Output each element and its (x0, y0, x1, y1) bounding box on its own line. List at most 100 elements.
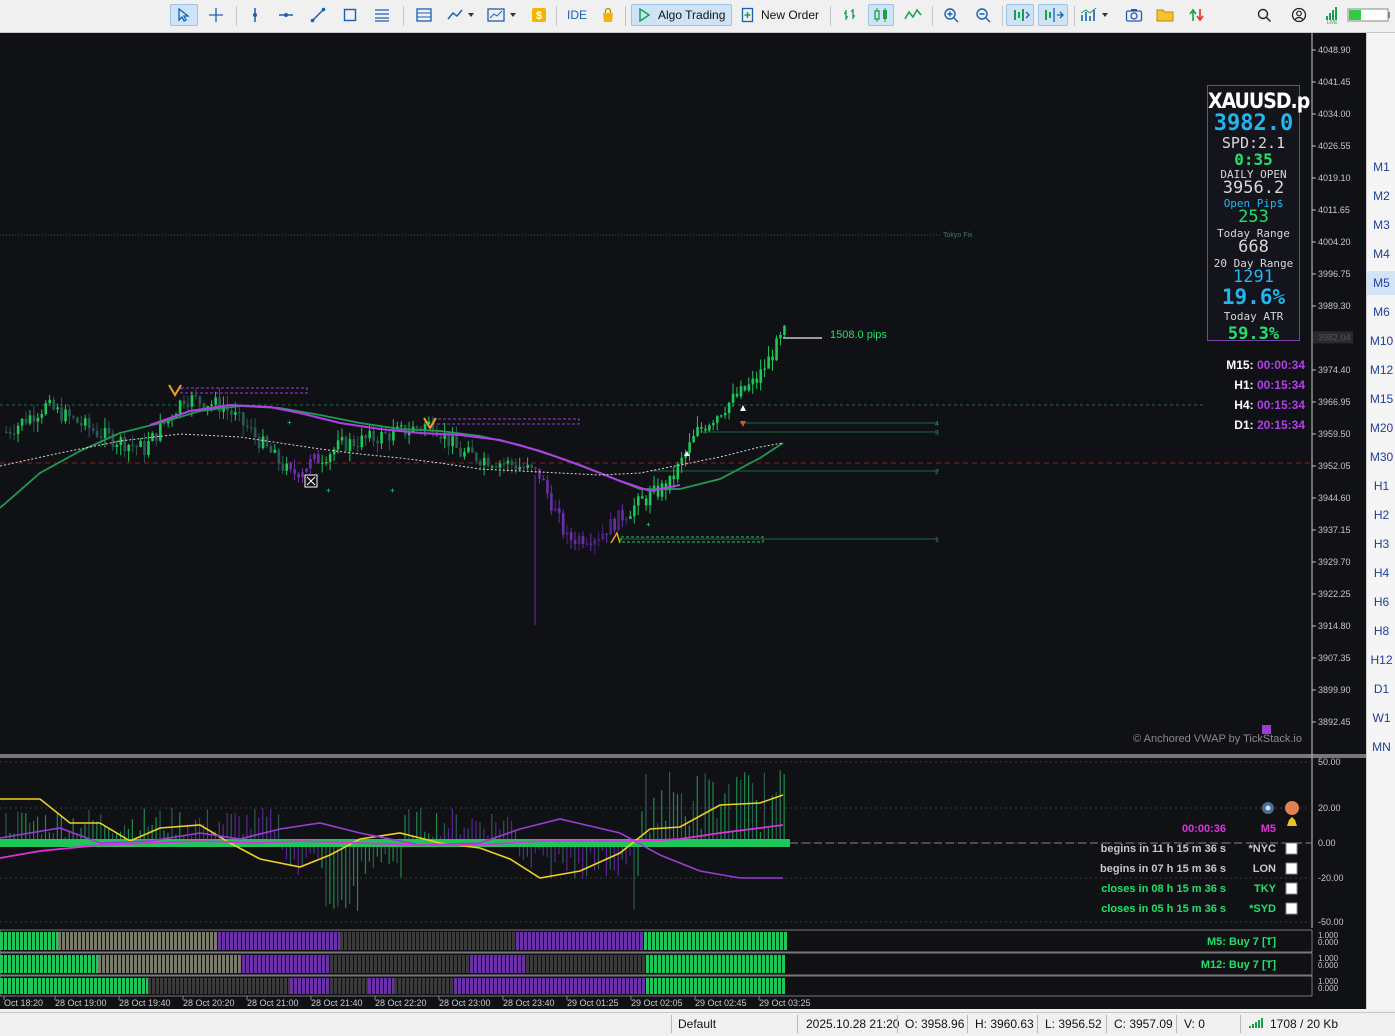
timeframe-h3[interactable]: H3 (1367, 532, 1395, 556)
candle-body (439, 436, 443, 439)
timeframe-h1[interactable]: H1 (1367, 474, 1395, 498)
strip-bar (704, 932, 707, 950)
rectangle-icon[interactable] (339, 4, 361, 26)
candle-body (502, 463, 506, 465)
strip-bar (508, 932, 511, 950)
pips-label: 1508.0 pips (830, 329, 887, 341)
strip-bar (720, 932, 723, 950)
timeframe-m2[interactable]: M2 (1367, 184, 1395, 208)
strip-bar (28, 932, 31, 950)
candle-body (712, 422, 715, 426)
strip-bar (36, 955, 39, 973)
signal-icon[interactable]: LIVE (1321, 4, 1343, 26)
fibonacci-icon[interactable] (371, 4, 393, 26)
strip-bar (608, 932, 611, 950)
candle-body (514, 465, 518, 470)
timeframe-h6[interactable]: H6 (1367, 590, 1395, 614)
folder-icon[interactable] (1153, 4, 1177, 26)
strip-bar (632, 932, 635, 950)
strip-bar (206, 955, 209, 973)
timeframe-m12[interactable]: M12 (1367, 358, 1395, 382)
line-icon[interactable] (901, 4, 925, 26)
timeframe-m15[interactable]: M15 (1367, 387, 1395, 411)
strip-bar (70, 978, 73, 994)
strip-bar (662, 978, 665, 994)
strip-bar (428, 932, 431, 950)
strip-bar (758, 978, 761, 994)
account-icon[interactable] (1288, 4, 1310, 26)
ide-button[interactable]: IDE (562, 4, 592, 26)
zoom-out-icon[interactable] (971, 4, 995, 26)
zone-box (180, 387, 308, 394)
strip-bar (314, 932, 317, 950)
dollar-icon[interactable]: $ (528, 4, 550, 26)
candlestick-icon[interactable] (868, 4, 894, 26)
timeframe-m1[interactable]: M1 (1367, 155, 1395, 179)
chart-canvas[interactable]: 4048.90 4041.45 4034.00 4026.55 4019.10 4011.… (0, 33, 1366, 1009)
timeframe-m6[interactable]: M6 (1367, 300, 1395, 324)
timeframe-m3[interactable]: M3 (1367, 213, 1395, 237)
timeframe-m5[interactable]: M5 (1367, 271, 1395, 295)
new-order-button[interactable]: New Order (737, 4, 829, 26)
strip-bar (714, 955, 717, 973)
template-icon[interactable] (484, 4, 520, 26)
line-chart-icon[interactable] (444, 4, 478, 26)
screenshot-icon[interactable] (1122, 4, 1146, 26)
market-bag-icon[interactable] (597, 4, 619, 26)
timeframe-h4[interactable]: H4 (1367, 561, 1395, 585)
strip-bar (740, 932, 743, 950)
timeframe-m30[interactable]: M30 (1367, 445, 1395, 469)
strip-bar (220, 978, 223, 994)
strip-bar (380, 932, 383, 950)
timeframe-d1[interactable]: D1 (1367, 677, 1395, 701)
timeframe-w1[interactable]: W1 (1367, 706, 1395, 730)
timeframe-h2[interactable]: H2 (1367, 503, 1395, 527)
strip-bar (310, 978, 313, 994)
autoscroll-icon[interactable] (1006, 4, 1034, 26)
chart-shift-icon[interactable] (1038, 4, 1068, 26)
cursor-icon[interactable] (170, 4, 198, 26)
horizontal-line-icon[interactable] (275, 4, 297, 26)
chart-window[interactable]: 4048.90 4041.45 4034.00 4026.55 4019.10 4011.… (0, 33, 1366, 1009)
candle-body (506, 460, 510, 464)
candle-body (605, 533, 608, 535)
vertical-line-icon[interactable] (244, 4, 266, 26)
strip-bar (218, 932, 221, 950)
countdown-m15: M15: 00:00:34 (1226, 358, 1305, 372)
osc-tick-label: 50.00 (1318, 757, 1341, 767)
strip-bar (522, 955, 525, 973)
strip-bar (322, 932, 325, 950)
search-icon[interactable] (1253, 4, 1275, 26)
chart-bars-icon[interactable] (412, 4, 436, 26)
indicators-icon[interactable] (1078, 4, 1112, 26)
strip-bar (542, 955, 545, 973)
profile-name[interactable]: Default (678, 1017, 716, 1031)
timeframe-mn[interactable]: MN (1367, 735, 1395, 759)
algo-trading-button[interactable]: Algo Trading (631, 4, 732, 26)
strip-bar (30, 978, 33, 994)
bar-chart-icon[interactable] (838, 4, 862, 26)
timeframe-m4[interactable]: M4 (1367, 242, 1395, 266)
timeframe-h8[interactable]: H8 (1367, 619, 1395, 643)
strip-bar (778, 955, 781, 973)
strip-bar (356, 932, 359, 950)
strip-bar (660, 932, 663, 950)
timeframe-h12[interactable]: H12 (1367, 648, 1395, 672)
strip-bar (448, 932, 451, 950)
strip-bar (390, 955, 393, 973)
candle-body (384, 431, 387, 434)
crosshair-icon[interactable] (204, 4, 228, 26)
candle-body (423, 424, 427, 430)
timeframe-m20[interactable]: M20 (1367, 416, 1395, 440)
candle-body (561, 512, 565, 535)
zoom-in-icon[interactable] (939, 4, 963, 26)
trendline-icon[interactable] (307, 4, 329, 26)
candle-body (360, 435, 364, 448)
session-countdown: begins in 11 h 15 m 36 s (1101, 843, 1226, 855)
depth-icon[interactable] (1185, 4, 1209, 26)
strip-bar (238, 932, 241, 950)
candle-body (633, 505, 636, 517)
session-checkbox (1285, 902, 1298, 915)
timeframe-m10[interactable]: M10 (1367, 329, 1395, 353)
candle-body (348, 439, 352, 451)
